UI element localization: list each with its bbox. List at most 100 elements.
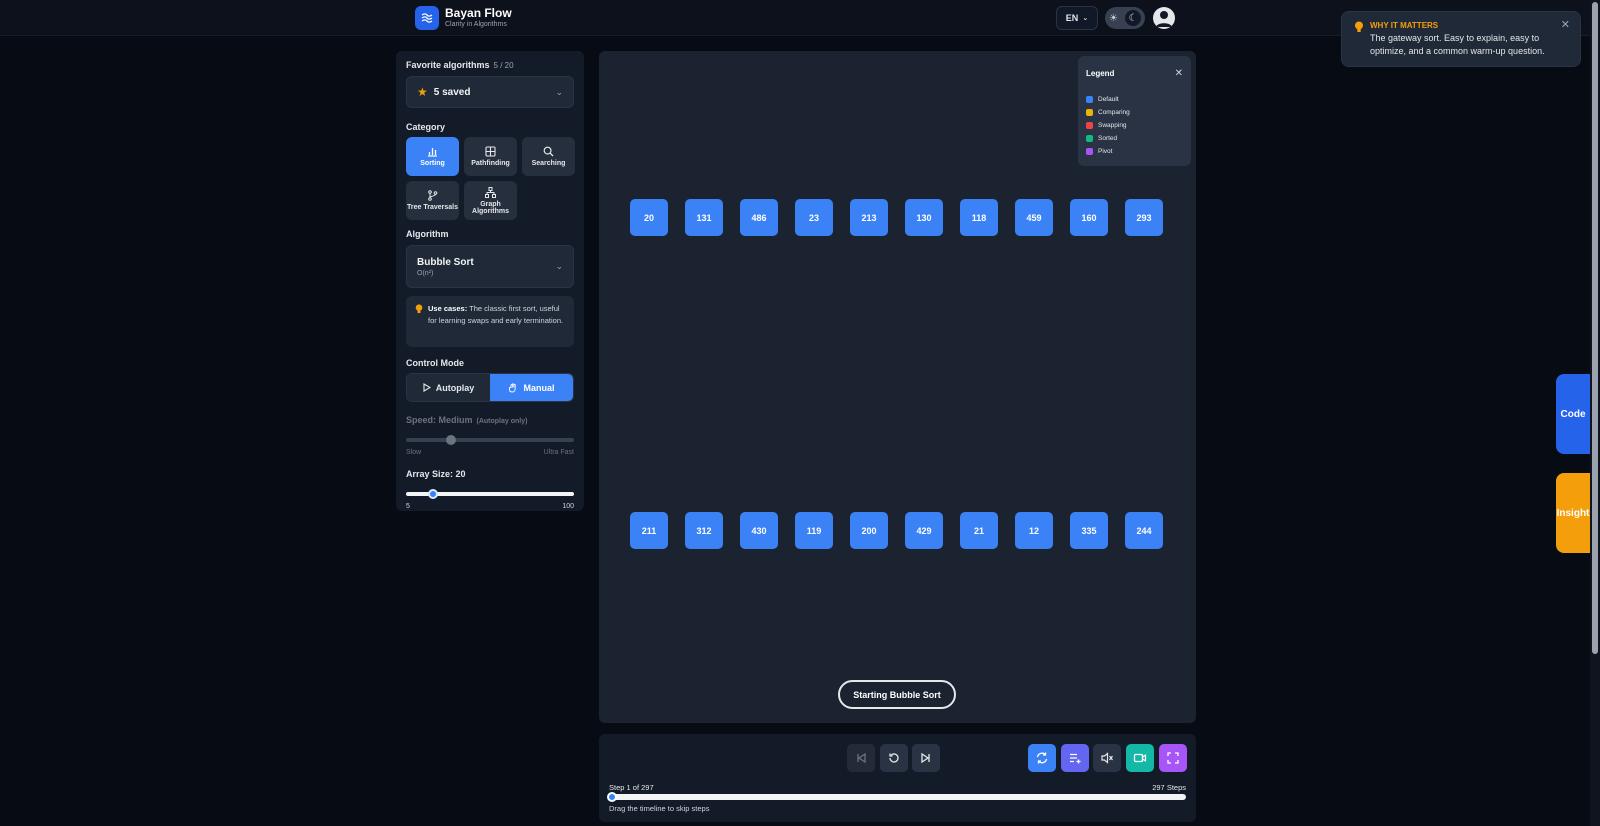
array-bar: 12 — [1015, 512, 1053, 549]
reset-button[interactable] — [880, 744, 908, 772]
git-branch-icon — [428, 190, 438, 201]
autoplay-label: Autoplay — [435, 382, 475, 393]
record-button[interactable] — [1126, 744, 1154, 772]
legend-item: Pivot — [1086, 145, 1183, 158]
array-max-label: 100 — [562, 503, 574, 510]
skip-back-icon — [857, 752, 866, 764]
algorithm-dropdown[interactable]: Bubble Sort O(n²) ⌄ — [406, 245, 574, 288]
array-bar: 23 — [795, 199, 833, 236]
array-bar: 20 — [630, 199, 668, 236]
legend-swatch — [1086, 135, 1093, 142]
array-min-label: 5 — [406, 503, 410, 510]
first-step-button[interactable] — [847, 744, 875, 772]
array-bar: 130 — [905, 199, 943, 236]
language-selector[interactable]: EN ⌄ — [1056, 6, 1098, 30]
category-label-text: Searching — [531, 160, 566, 167]
user-icon — [1156, 11, 1172, 27]
control-mode-toggle: Autoplay Manual — [406, 373, 574, 402]
app-subtitle: Clarity in Algorithms — [445, 21, 507, 28]
shuffle-button[interactable] — [1028, 744, 1056, 772]
speed-max-label: Ultra Fast — [543, 449, 574, 456]
moon-icon: ☾ — [1125, 10, 1141, 26]
speed-note: (Autoplay only) — [476, 418, 528, 425]
array-bar: 160 — [1070, 199, 1108, 236]
hand-icon — [509, 382, 517, 392]
speed-min-label: Slow — [406, 449, 422, 456]
legend-items: Default Comparing Swapping Sorted Pivot — [1086, 93, 1183, 158]
user-avatar[interactable] — [1153, 7, 1175, 29]
skip-forward-icon — [921, 752, 930, 764]
next-step-button[interactable] — [912, 744, 940, 772]
volume-off-icon — [1101, 752, 1113, 764]
insight-toast: WHY IT MATTERS The gateway sort. Easy to… — [1341, 11, 1581, 67]
star-icon: ★ — [417, 85, 428, 99]
lightbulb-icon — [415, 304, 423, 318]
status-message: Starting Bubble Sort — [838, 680, 956, 709]
theme-toggle[interactable]: ☀ ☾ — [1105, 7, 1145, 29]
favorites-count: 5 / 20 — [493, 61, 514, 70]
sun-icon: ☀ — [1109, 12, 1118, 24]
close-icon[interactable]: ✕ — [1175, 68, 1183, 79]
category-label-text: Graph Algorithms — [472, 200, 509, 215]
algorithm-label: Algorithm — [406, 229, 449, 239]
speed-range-labels: Slow Ultra Fast — [406, 449, 574, 456]
toast-title: WHY IT MATTERS — [1370, 21, 1439, 30]
array-size-label: Array Size: 20 — [406, 469, 466, 479]
favorites-dropdown[interactable]: ★ 5 saved ⌄ — [406, 76, 574, 108]
category-label: Category — [406, 122, 446, 132]
algorithm-complexity: O(n²) — [417, 269, 434, 277]
language-label: EN — [1065, 13, 1079, 23]
legend-label: Pivot — [1098, 148, 1113, 155]
legend-item: Sorted — [1086, 132, 1183, 145]
page-scrollbar[interactable] — [1590, 0, 1600, 826]
array-bar: 200 — [850, 512, 888, 549]
category-searching[interactable]: Searching — [522, 137, 575, 176]
legend-swatch — [1086, 96, 1093, 103]
array-bar: 459 — [1015, 199, 1053, 236]
category-graph-algorithms[interactable]: Graph Algorithms — [464, 181, 517, 220]
category-sorting[interactable]: Sorting — [406, 137, 459, 176]
code-tab[interactable]: Code — [1556, 374, 1590, 454]
lightbulb-icon — [1354, 20, 1364, 38]
speed-slider[interactable] — [406, 435, 574, 445]
list-plus-icon — [1070, 753, 1081, 764]
grid-icon — [485, 146, 496, 157]
legend-title: Legend — [1086, 69, 1115, 78]
scrollbar-thumb[interactable] — [1592, 2, 1598, 654]
array-bar: 429 — [905, 512, 943, 549]
search-icon — [543, 146, 554, 157]
custom-input-button[interactable] — [1061, 744, 1089, 772]
app-title: Bayan Flow — [445, 6, 512, 20]
array-bar: 335 — [1070, 512, 1108, 549]
step-counter: Step 1 of 297 — [609, 783, 654, 792]
timeline-thumb[interactable] — [607, 792, 617, 802]
category-label-text: Pathfinding — [471, 160, 510, 167]
category-pathfinding[interactable]: Pathfinding — [464, 137, 517, 176]
category-tree-traversals[interactable]: Tree Traversals — [406, 181, 459, 220]
array-size-slider-thumb[interactable] — [427, 489, 438, 499]
network-icon — [485, 186, 496, 198]
rotate-ccw-icon — [889, 753, 899, 763]
visualization-canvas: Legend ✕ Default Comparing Swapping Sorted P… — [599, 51, 1196, 723]
manual-button[interactable]: Manual — [490, 374, 573, 401]
favorites-section-label: Favorite algorithms 5 / 20 — [406, 60, 574, 70]
category-label-text: Sorting — [420, 160, 445, 167]
array-bar: 486 — [740, 199, 778, 236]
close-icon[interactable]: ✕ — [1561, 18, 1570, 31]
array-bar: 21 — [960, 512, 998, 549]
drag-hint: Drag the timeline to skip steps — [609, 804, 710, 813]
timeline-slider[interactable] — [607, 792, 1186, 802]
brand[interactable]: Bayan Flow Clarity in Algorithms — [415, 6, 512, 30]
insight-tab[interactable]: Insight — [1556, 473, 1590, 553]
fullscreen-button[interactable] — [1159, 744, 1187, 772]
total-steps: 297 Steps — [1152, 783, 1186, 792]
array-bar: 430 — [740, 512, 778, 549]
mute-button[interactable] — [1093, 744, 1121, 772]
bar-chart-icon — [428, 148, 437, 157]
array-size-slider[interactable] — [406, 489, 574, 499]
chevron-down-icon: ⌄ — [555, 86, 563, 97]
speed-slider-thumb[interactable] — [446, 435, 457, 445]
category-grid: Sorting Pathfinding Searching Tree Trave… — [406, 137, 575, 220]
legend-swatch — [1086, 122, 1093, 129]
autoplay-button[interactable]: Autoplay — [407, 374, 490, 401]
